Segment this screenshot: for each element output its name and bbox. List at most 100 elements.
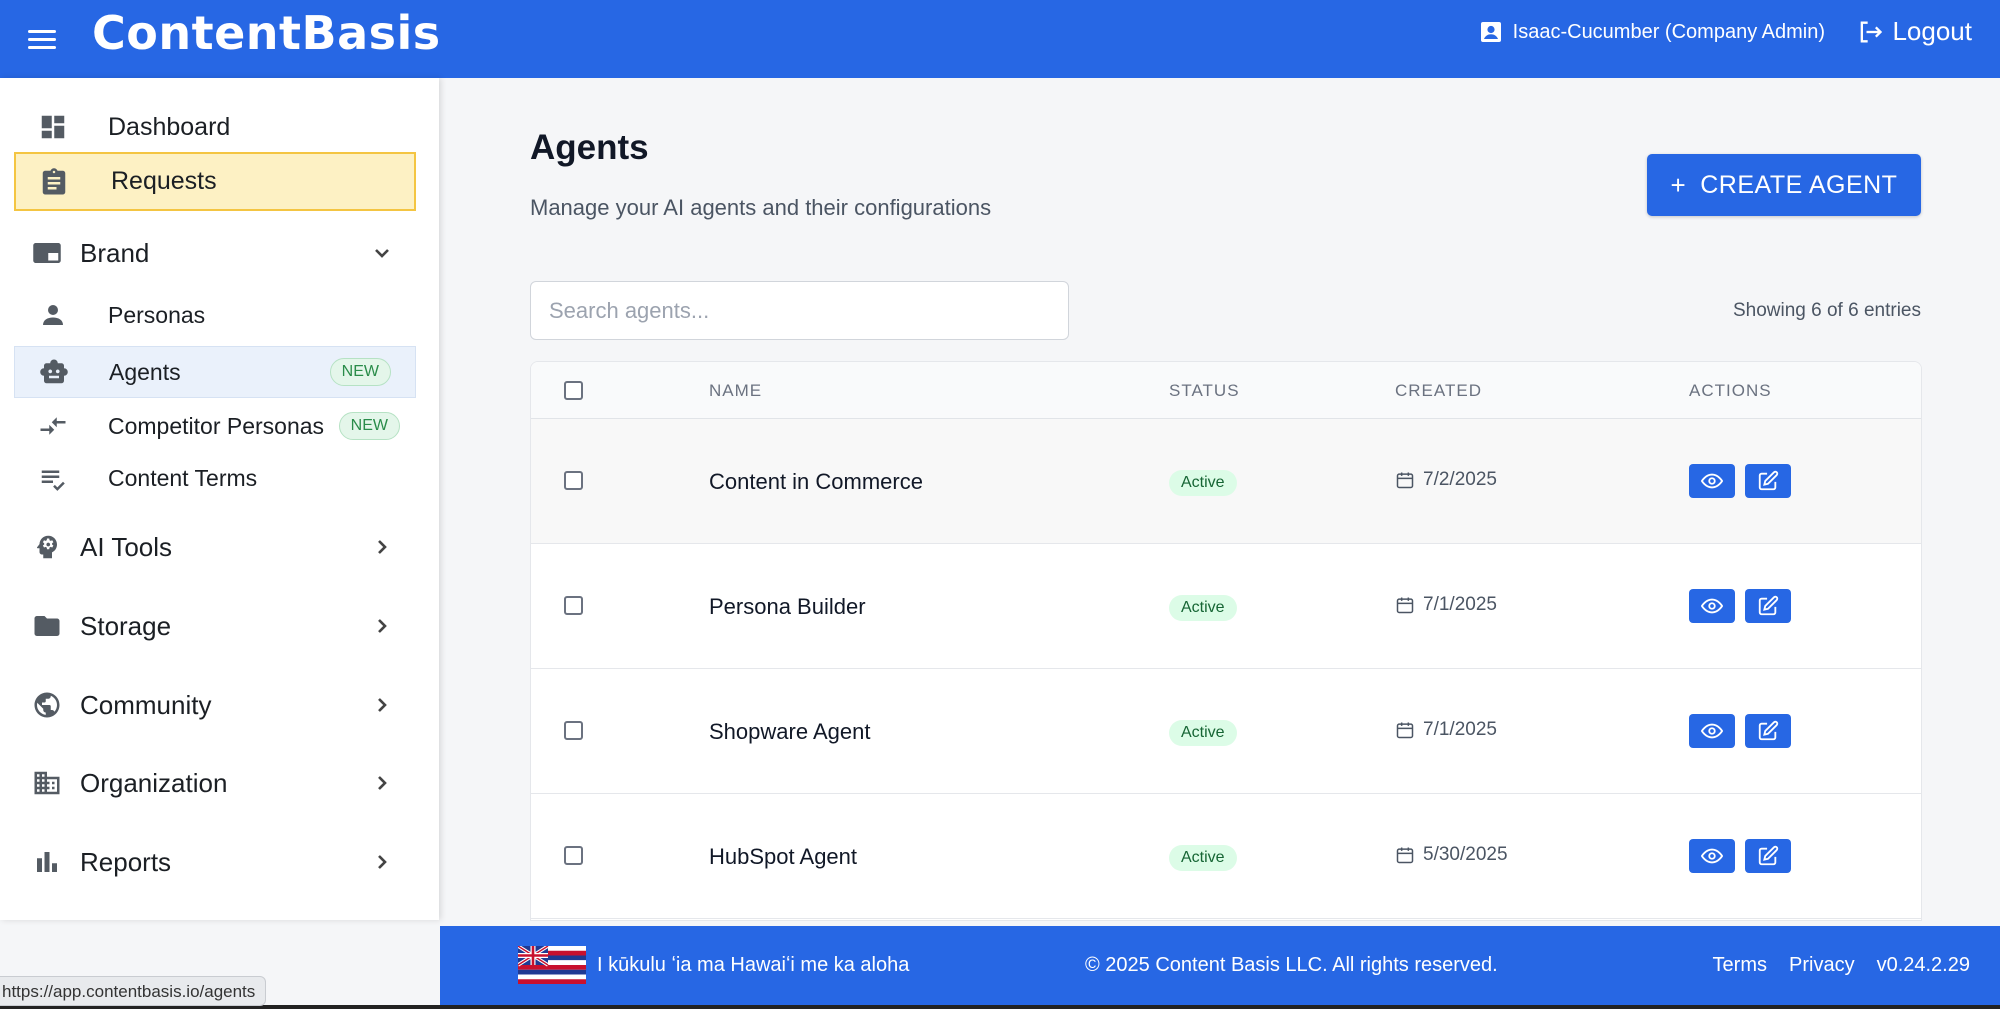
- chevron-right-icon: [370, 850, 394, 874]
- hamburger-menu-icon[interactable]: [22, 20, 60, 58]
- privacy-link[interactable]: Privacy: [1789, 954, 1855, 977]
- create-agent-label: CREATE AGENT: [1700, 170, 1898, 199]
- table-row[interactable]: Persona Builder Active 7/1/2025: [531, 544, 1921, 669]
- edit-icon: [1758, 470, 1779, 491]
- status-badge: Active: [1169, 720, 1237, 746]
- sidebar-item-dashboard[interactable]: Dashboard: [14, 104, 416, 150]
- eye-icon: [1701, 598, 1723, 614]
- bar-chart-icon: [30, 845, 64, 879]
- user-name: Isaac-Cucumber (Company Admin): [1512, 20, 1825, 43]
- sidebar-item-storage[interactable]: Storage: [14, 601, 416, 651]
- row-checkbox[interactable]: [564, 846, 583, 865]
- eye-icon: [1701, 723, 1723, 739]
- sidebar-item-competitor-personas[interactable]: Competitor Personas NEW: [14, 401, 416, 451]
- edit-icon: [1758, 845, 1779, 866]
- building-icon: [30, 766, 64, 800]
- search-input[interactable]: [530, 281, 1069, 340]
- sidebar: Dashboard Requests Brand Personas Agents…: [0, 78, 439, 920]
- created-date-text: 5/30/2025: [1423, 844, 1508, 865]
- user-account[interactable]: Isaac-Cucumber (Company Admin): [1479, 20, 1825, 44]
- calendar-icon: [1396, 722, 1414, 739]
- table-row[interactable]: Content in Commerce Active 7/2/2025: [531, 419, 1921, 544]
- new-badge: NEW: [329, 358, 391, 386]
- status-badge: Active: [1169, 470, 1237, 496]
- main-content: Agents Manage your AI agents and their c…: [440, 78, 2000, 921]
- agent-name[interactable]: HubSpot Agent: [709, 844, 857, 870]
- sidebar-item-label: Competitor Personas: [108, 412, 325, 439]
- sidebar-item-ai-tools[interactable]: AI Tools: [14, 522, 416, 572]
- logout-button[interactable]: Logout: [1856, 16, 1972, 47]
- sidebar-item-reports[interactable]: Reports: [14, 837, 416, 887]
- sidebar-item-label: Storage: [80, 610, 172, 641]
- edit-button[interactable]: [1745, 589, 1791, 623]
- calendar-icon: [1396, 597, 1414, 614]
- sidebar-item-content-terms[interactable]: Content Terms: [14, 456, 416, 500]
- chevron-right-icon: [370, 535, 394, 559]
- brand-logo[interactable]: ContentBasis: [92, 6, 441, 60]
- clipboard-icon: [37, 165, 71, 199]
- logout-label: Logout: [1892, 16, 1972, 46]
- eye-icon: [1701, 473, 1723, 489]
- sidebar-item-label: Dashboard: [108, 112, 231, 141]
- bottom-edge: [0, 1005, 2000, 1009]
- psychology-icon: [30, 530, 64, 564]
- status-badge: Active: [1169, 595, 1237, 621]
- column-header-created[interactable]: CREATED: [1395, 381, 1482, 401]
- footer: I kūkulu ʻia ma Hawaiʻi me ka aloha © 20…: [440, 926, 2000, 1006]
- sidebar-item-brand[interactable]: Brand: [14, 228, 416, 278]
- agent-name[interactable]: Content in Commerce: [709, 469, 923, 495]
- view-button[interactable]: [1689, 839, 1735, 873]
- edit-button[interactable]: [1745, 464, 1791, 498]
- sidebar-item-label: Community: [80, 689, 212, 720]
- sidebar-item-agents[interactable]: Agents NEW: [14, 346, 416, 398]
- browser-status-url: https://app.contentbasis.io/agents: [0, 976, 267, 1006]
- column-header-status[interactable]: STATUS: [1169, 381, 1240, 401]
- calendar-icon: [1396, 847, 1414, 864]
- row-checkbox[interactable]: [564, 721, 583, 740]
- logout-icon: [1861, 21, 1883, 42]
- created-date-text: 7/1/2025: [1423, 719, 1497, 740]
- edit-button[interactable]: [1745, 839, 1791, 873]
- table-row[interactable]: HubSpot Agent Active 5/30/2025: [531, 794, 1921, 919]
- dashboard-icon: [36, 110, 70, 144]
- chevron-down-icon: [370, 241, 394, 265]
- checklist-icon: [36, 461, 70, 495]
- sidebar-item-label: Requests: [111, 167, 217, 195]
- view-button[interactable]: [1689, 589, 1735, 623]
- view-button[interactable]: [1689, 464, 1735, 498]
- chevron-right-icon: [370, 693, 394, 717]
- edit-button[interactable]: [1745, 714, 1791, 748]
- chevron-right-icon: [370, 771, 394, 795]
- sidebar-item-community[interactable]: Community: [14, 680, 416, 730]
- person-icon: [36, 298, 70, 332]
- brand-icon: [30, 236, 64, 270]
- footer-links: Terms Privacy v0.24.2.29: [1713, 954, 1970, 977]
- view-button[interactable]: [1689, 714, 1735, 748]
- agent-name[interactable]: Shopware Agent: [709, 719, 870, 745]
- sidebar-item-personas[interactable]: Personas: [14, 294, 416, 336]
- chevron-right-icon: [370, 614, 394, 638]
- column-header-name[interactable]: NAME: [709, 381, 762, 401]
- eye-icon: [1701, 848, 1723, 864]
- created-date: 7/1/2025: [1395, 719, 1497, 741]
- robot-icon: [37, 355, 71, 389]
- sidebar-item-label: AI Tools: [80, 531, 173, 562]
- table-row[interactable]: Shopware Agent Active 7/1/2025: [531, 669, 1921, 794]
- created-date-text: 7/1/2025: [1423, 594, 1497, 615]
- sidebar-item-requests[interactable]: Requests: [14, 152, 416, 211]
- sidebar-item-label: Personas: [108, 301, 206, 328]
- terms-link[interactable]: Terms: [1713, 954, 1767, 977]
- agent-name[interactable]: Persona Builder: [709, 594, 866, 620]
- edit-icon: [1758, 595, 1779, 616]
- account-box-icon: [1480, 22, 1501, 42]
- select-all-checkbox[interactable]: [564, 381, 583, 400]
- entries-count: Showing 6 of 6 entries: [1732, 300, 1921, 321]
- created-date: 7/2/2025: [1395, 469, 1497, 491]
- footer-motto: I kūkulu ʻia ma Hawaiʻi me ka aloha: [597, 954, 910, 976]
- sidebar-item-label: Organization: [80, 767, 228, 798]
- row-checkbox[interactable]: [564, 596, 583, 615]
- compare-arrows-icon: [36, 409, 70, 443]
- sidebar-item-organization[interactable]: Organization: [14, 758, 416, 808]
- create-agent-button[interactable]: + CREATE AGENT: [1647, 154, 1921, 216]
- row-checkbox[interactable]: [564, 471, 583, 490]
